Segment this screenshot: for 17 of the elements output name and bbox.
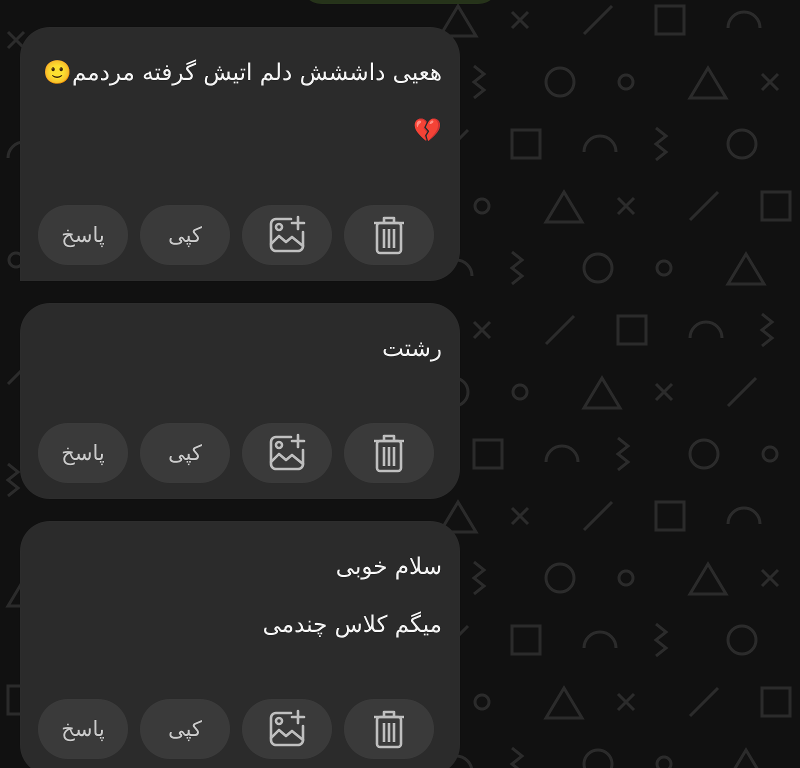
copy-button[interactable]: کپی [140, 423, 230, 483]
message-text: رشتت [381, 335, 442, 364]
reply-button[interactable]: پاسخ [38, 423, 128, 483]
message-text: میگم کلاس چندمی [262, 610, 442, 640]
copy-button[interactable]: کپی [140, 699, 230, 759]
trash-icon [371, 433, 407, 473]
reply-button[interactable]: پاسخ [38, 205, 128, 265]
image-plus-icon [267, 709, 307, 749]
message-text: هعیی داششش دلم اتیش گرفته مردمم🙂 [42, 58, 442, 88]
image-plus-icon [267, 433, 307, 473]
message-text: 💔 [412, 117, 442, 146]
image-plus-icon [267, 215, 307, 255]
trash-icon [371, 709, 407, 749]
reply-button[interactable]: پاسخ [38, 699, 128, 759]
trash-icon [371, 215, 407, 255]
message-text: سلام خوبی [334, 553, 442, 582]
copy-button[interactable]: کپی [140, 205, 230, 265]
